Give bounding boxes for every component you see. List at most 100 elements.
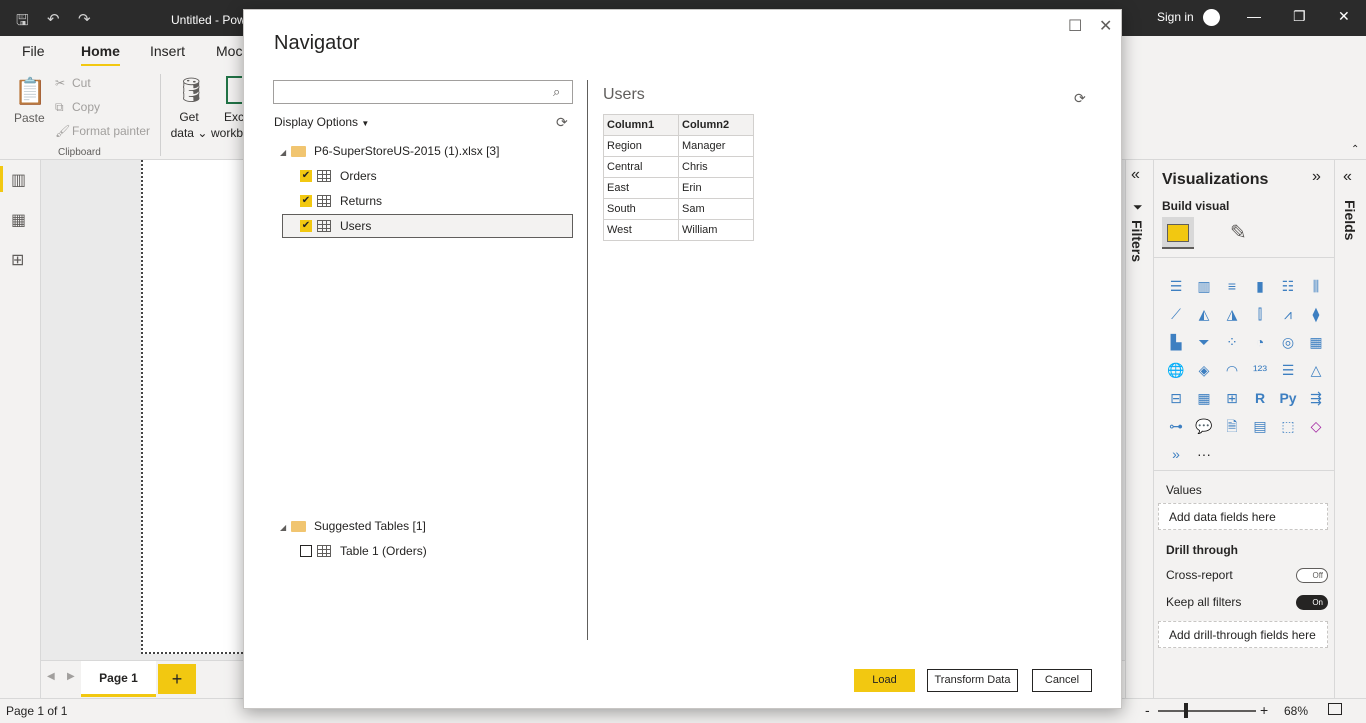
add-page-button[interactable]: + xyxy=(158,664,196,694)
returns-checkbox[interactable]: ✔ xyxy=(300,195,312,207)
filters-label[interactable]: Filters xyxy=(1129,220,1145,262)
report-page[interactable] xyxy=(141,160,251,654)
python-visual-icon[interactable]: Py xyxy=(1274,384,1302,412)
fit-to-page-icon[interactable] xyxy=(1328,703,1342,715)
zoom-slider-thumb[interactable] xyxy=(1184,703,1188,718)
search-input[interactable] xyxy=(273,80,573,104)
pane-divider[interactable] xyxy=(587,80,588,640)
clustered-bar-icon[interactable]: ≡ xyxy=(1218,272,1246,300)
collapse-ribbon-icon[interactable]: ⌃ xyxy=(1351,144,1359,155)
clustered-column-icon[interactable]: ▮ xyxy=(1246,272,1274,300)
minimize-icon[interactable]: — xyxy=(1247,8,1261,24)
tab-modeling[interactable]: Moc xyxy=(216,43,242,59)
redo-icon[interactable]: ↷ xyxy=(78,10,91,28)
line-clustered-icon[interactable]: ⩘ xyxy=(1274,300,1302,328)
format-painter-button[interactable]: Format painter xyxy=(72,124,150,138)
stacked-bar-icon[interactable]: ☰ xyxy=(1162,272,1190,300)
matrix-icon[interactable]: ⊞ xyxy=(1218,384,1246,412)
data-view-icon[interactable]: ▦ xyxy=(11,210,31,230)
paste-icon[interactable]: 📋 xyxy=(14,76,46,107)
stacked-area-icon[interactable]: ◮ xyxy=(1218,300,1246,328)
refresh-tree-icon[interactable]: ⟳ xyxy=(556,114,568,131)
table-icon[interactable]: ▦ xyxy=(1190,384,1218,412)
model-view-icon[interactable]: ⊞ xyxy=(11,250,31,270)
page-tab-1[interactable]: Page 1 xyxy=(81,661,156,697)
save-icon[interactable]: 🖫 xyxy=(16,10,29,35)
collapse-filters-icon[interactable]: « xyxy=(1131,166,1140,184)
decomposition-tree-icon[interactable]: ⊶ xyxy=(1162,412,1190,440)
power-automate-icon[interactable]: » xyxy=(1162,440,1190,468)
donut-icon[interactable]: ◎ xyxy=(1274,328,1302,356)
refresh-preview-icon[interactable]: ⟳ xyxy=(1074,90,1086,107)
smart-narrative-icon[interactable]: 🗎 xyxy=(1218,412,1246,440)
search-icon[interactable]: ⌕ xyxy=(553,84,560,100)
paste-button[interactable]: Paste xyxy=(14,111,45,125)
area-chart-icon[interactable]: ◭ xyxy=(1190,300,1218,328)
get-data-button[interactable]: Get xyxy=(172,110,206,124)
waterfall-icon[interactable]: ▙ xyxy=(1162,328,1190,356)
tab-insert[interactable]: Insert xyxy=(150,43,185,59)
gauge-icon[interactable]: ◠ xyxy=(1218,356,1246,384)
fields-label[interactable]: Fields xyxy=(1342,200,1358,240)
slicer-icon[interactable]: ⊟ xyxy=(1162,384,1190,412)
expand-triangle-icon[interactable]: ◢ xyxy=(280,523,286,532)
close-icon[interactable]: ✕ xyxy=(1338,8,1350,25)
qa-icon[interactable]: 💬 xyxy=(1190,412,1218,440)
tree-item-table1[interactable]: Table 1 (Orders) xyxy=(299,539,573,563)
file-node[interactable]: P6-SuperStoreUS-2015 (1).xlsx [3] xyxy=(314,139,499,163)
paginated-report-icon[interactable]: ▤ xyxy=(1246,412,1274,440)
tree-item-orders[interactable]: ✔ Orders xyxy=(299,164,573,188)
filled-map-icon[interactable]: ◈ xyxy=(1190,356,1218,384)
tab-file[interactable]: File xyxy=(22,43,45,59)
expand-visualizations-icon[interactable]: » xyxy=(1312,168,1321,186)
multirow-card-icon[interactable]: ☰ xyxy=(1274,356,1302,384)
scatter-icon[interactable]: ⁘ xyxy=(1218,328,1246,356)
more-visuals-icon[interactable]: ··· xyxy=(1190,440,1218,468)
users-checkbox[interactable]: ✔ xyxy=(300,220,312,232)
pie-chart-icon[interactable]: ◔ xyxy=(1246,328,1274,356)
dialog-close-icon[interactable]: ✕ xyxy=(1099,16,1112,36)
treemap-icon[interactable]: ▦ xyxy=(1302,328,1330,356)
expand-triangle-icon[interactable]: ◢ xyxy=(280,148,286,157)
power-apps-icon[interactable]: ◇ xyxy=(1302,412,1330,440)
copy-button[interactable]: Copy xyxy=(72,100,100,114)
restore-icon[interactable]: ❐ xyxy=(1293,8,1306,25)
line-chart-icon[interactable]: ⟋ xyxy=(1162,300,1190,328)
cut-button[interactable]: Cut xyxy=(72,76,91,90)
avatar[interactable] xyxy=(1203,9,1220,26)
map-icon[interactable]: 🌐 xyxy=(1162,356,1190,384)
tree-item-returns[interactable]: ✔ Returns xyxy=(299,189,573,213)
prev-page-icon[interactable]: ◀ xyxy=(47,671,55,682)
undo-icon[interactable]: ↶ xyxy=(47,10,60,28)
keep-all-filters-toggle[interactable]: On xyxy=(1296,595,1328,610)
line-column-icon[interactable]: ⫿ xyxy=(1246,300,1274,328)
cross-report-toggle[interactable]: Off xyxy=(1296,568,1328,583)
tree-item-users[interactable]: ✔ Users xyxy=(282,214,573,238)
key-influencers-icon[interactable]: ⇶ xyxy=(1302,384,1330,412)
sign-in-link[interactable]: Sign in xyxy=(1157,10,1194,24)
maximize-icon[interactable]: ☐ xyxy=(1068,16,1082,36)
card-icon[interactable]: ¹²³ xyxy=(1246,356,1274,384)
format-visual-icon[interactable]: ✎ xyxy=(1230,220,1247,245)
orders-checkbox[interactable]: ✔ xyxy=(300,170,312,182)
values-drop-zone[interactable]: Add data fields here xyxy=(1158,503,1328,530)
suggested-tables-node[interactable]: Suggested Tables [1] xyxy=(314,514,426,538)
funnel-icon[interactable]: ⏷ xyxy=(1190,328,1218,356)
100-column-icon[interactable]: ⫼ xyxy=(1302,272,1330,300)
build-visual-tab[interactable] xyxy=(1162,217,1194,249)
100-bar-icon[interactable]: ☷ xyxy=(1274,272,1302,300)
table1-checkbox[interactable] xyxy=(300,545,312,557)
next-page-icon[interactable]: ▶ xyxy=(67,671,75,682)
kpi-icon[interactable]: △ xyxy=(1302,356,1330,384)
load-button[interactable]: Load xyxy=(854,669,915,692)
r-visual-icon[interactable]: R xyxy=(1246,384,1274,412)
display-options-dropdown[interactable]: Display Options ▼ xyxy=(274,115,369,129)
azure-map-icon[interactable]: ⬚ xyxy=(1274,412,1302,440)
collapse-fields-icon[interactable]: « xyxy=(1343,168,1352,186)
tab-home[interactable]: Home xyxy=(81,43,120,67)
stacked-column-icon[interactable]: ▥ xyxy=(1190,272,1218,300)
zoom-in-icon[interactable]: + xyxy=(1260,702,1268,718)
zoom-out-icon[interactable]: - xyxy=(1145,702,1150,718)
ribbon-chart-icon[interactable]: ⧫ xyxy=(1302,300,1330,328)
cancel-button[interactable]: Cancel xyxy=(1032,669,1092,692)
